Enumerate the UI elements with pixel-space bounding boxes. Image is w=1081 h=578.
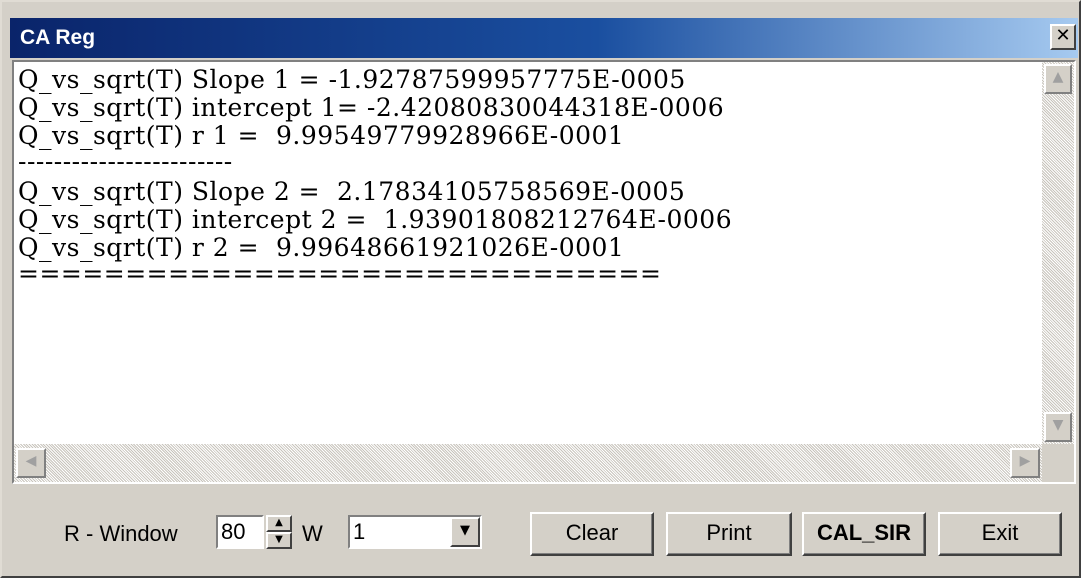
output-line-divider: ============================== xyxy=(18,259,662,288)
r-window-input[interactable]: 80 xyxy=(216,515,264,549)
w-label: W xyxy=(302,521,323,546)
output-line: Q_vs_sqrt(T) Slope 2 = 2.17834105758569E… xyxy=(18,177,686,206)
cal-sir-button[interactable]: CAL_SIR xyxy=(802,512,926,556)
output-line: Q_vs_sqrt(T) Slope 1 = -1.92787599957775… xyxy=(18,65,686,94)
title-bar[interactable]: CA Reg ✕ xyxy=(10,18,1078,58)
ca-reg-window: CA Reg ✕ Q_vs_sqrt(T) Slope 1 = -1.92787… xyxy=(0,0,1081,578)
output-line: Q_vs_sqrt(T) r 2 = 9.99648661921026E-000… xyxy=(18,233,625,262)
scroll-down-button[interactable]: ▼ xyxy=(1044,412,1072,442)
spin-down-icon: ▼ xyxy=(275,534,283,545)
print-button[interactable]: Print xyxy=(666,512,792,556)
arrow-right-icon: ▶ xyxy=(1019,453,1031,469)
clear-button[interactable]: Clear xyxy=(530,512,654,556)
output-textbox[interactable]: Q_vs_sqrt(T) Slope 1 = -1.92787599957775… xyxy=(12,60,1076,484)
output-line: Q_vs_sqrt(T) r 1 = 9.99549779928966E-000… xyxy=(18,121,625,150)
spin-down-button[interactable]: ▼ xyxy=(266,532,292,549)
chevron-down-icon: ▼ xyxy=(460,523,470,538)
scrollbar-corner xyxy=(1042,444,1074,482)
output-line: Q_vs_sqrt(T) intercept 2 = 1.93901808212… xyxy=(18,205,733,234)
arrow-down-icon: ▼ xyxy=(1052,417,1064,433)
close-button[interactable]: ✕ xyxy=(1050,24,1076,50)
close-icon: ✕ xyxy=(1055,25,1071,46)
output-line-divider: ------------------------ xyxy=(18,147,233,176)
scroll-up-button[interactable]: ▲ xyxy=(1044,64,1072,94)
scroll-right-button[interactable]: ▶ xyxy=(1010,448,1040,478)
spin-up-button[interactable]: ▲ xyxy=(266,515,292,532)
scroll-left-button[interactable]: ◀ xyxy=(16,448,46,478)
window-title: CA Reg xyxy=(20,26,96,49)
output-line: Q_vs_sqrt(T) intercept 1= -2.42080830044… xyxy=(18,93,725,122)
horizontal-scrollbar[interactable]: ◀ ▶ xyxy=(14,444,1042,482)
control-panel: R - Window 80 ▲ ▼ W 1 ▼ Clear Print CAL_… xyxy=(10,488,1078,574)
arrow-left-icon: ◀ xyxy=(25,453,37,469)
output-text-area[interactable]: Q_vs_sqrt(T) Slope 1 = -1.92787599957775… xyxy=(14,62,1042,444)
r-window-label: R - Window xyxy=(64,521,178,546)
w-select-value: 1 xyxy=(353,519,366,544)
vertical-scrollbar[interactable]: ▲ ▼ xyxy=(1042,62,1074,444)
arrow-up-icon: ▲ xyxy=(1052,69,1064,85)
r-window-spinner[interactable]: ▲ ▼ xyxy=(266,515,292,549)
w-dropdown-button[interactable]: ▼ xyxy=(450,517,480,547)
spin-up-icon: ▲ xyxy=(275,517,283,528)
exit-button[interactable]: Exit xyxy=(938,512,1062,556)
